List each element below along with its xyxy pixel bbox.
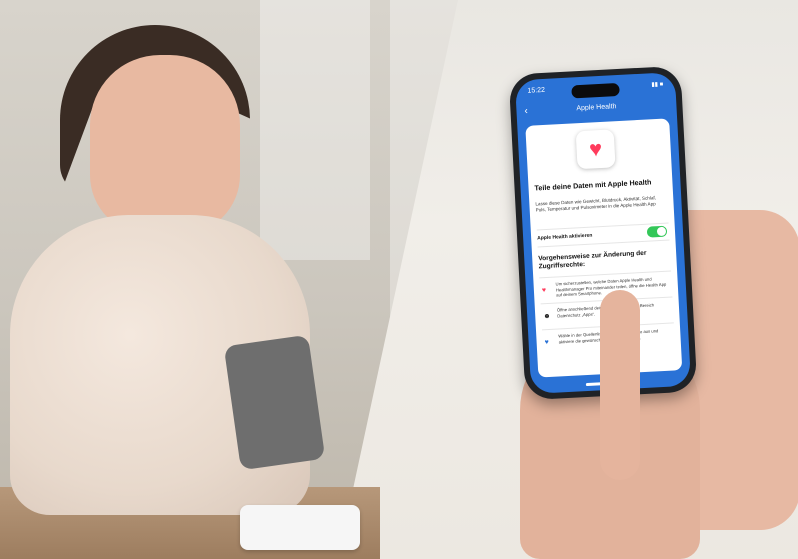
status-time: 15:22: [527, 86, 546, 95]
photo-scene: 15:22 ▮▮ ■ ‹ Apple Health ♥ Teile deine …: [0, 0, 798, 559]
nav-title: Apple Health: [576, 103, 617, 113]
woman-face: [90, 55, 240, 235]
toggle-knob: [656, 226, 667, 237]
heart-icon: ♥: [541, 287, 547, 295]
status-icons: ▮▮ ■: [651, 81, 664, 89]
permissions-subheading: Vorgehensweise zur Änderung der Zugriffs…: [538, 249, 647, 271]
toggle-label: Apple Health aktivieren: [537, 232, 593, 242]
card-heading: Teile deine Daten mit Apple Health: [534, 177, 652, 193]
heart-icon: ♥: [588, 135, 603, 162]
card-description: Lasse diese Daten wie Gewicht, Blutdruck…: [535, 195, 657, 213]
pointing-finger: [600, 290, 640, 480]
apple-health-toggle[interactable]: [646, 225, 668, 238]
profile-icon: ☻: [543, 312, 551, 321]
window-light-left: [260, 0, 370, 260]
apple-health-app-icon: ♥: [575, 129, 616, 170]
dynamic-island: [571, 82, 620, 99]
apple-health-toggle-row[interactable]: Apple Health aktivieren: [536, 222, 670, 248]
blood-pressure-monitor: [240, 505, 360, 550]
shield-heart-icon: ♥: [544, 338, 549, 347]
blood-pressure-cuff: [223, 334, 326, 471]
